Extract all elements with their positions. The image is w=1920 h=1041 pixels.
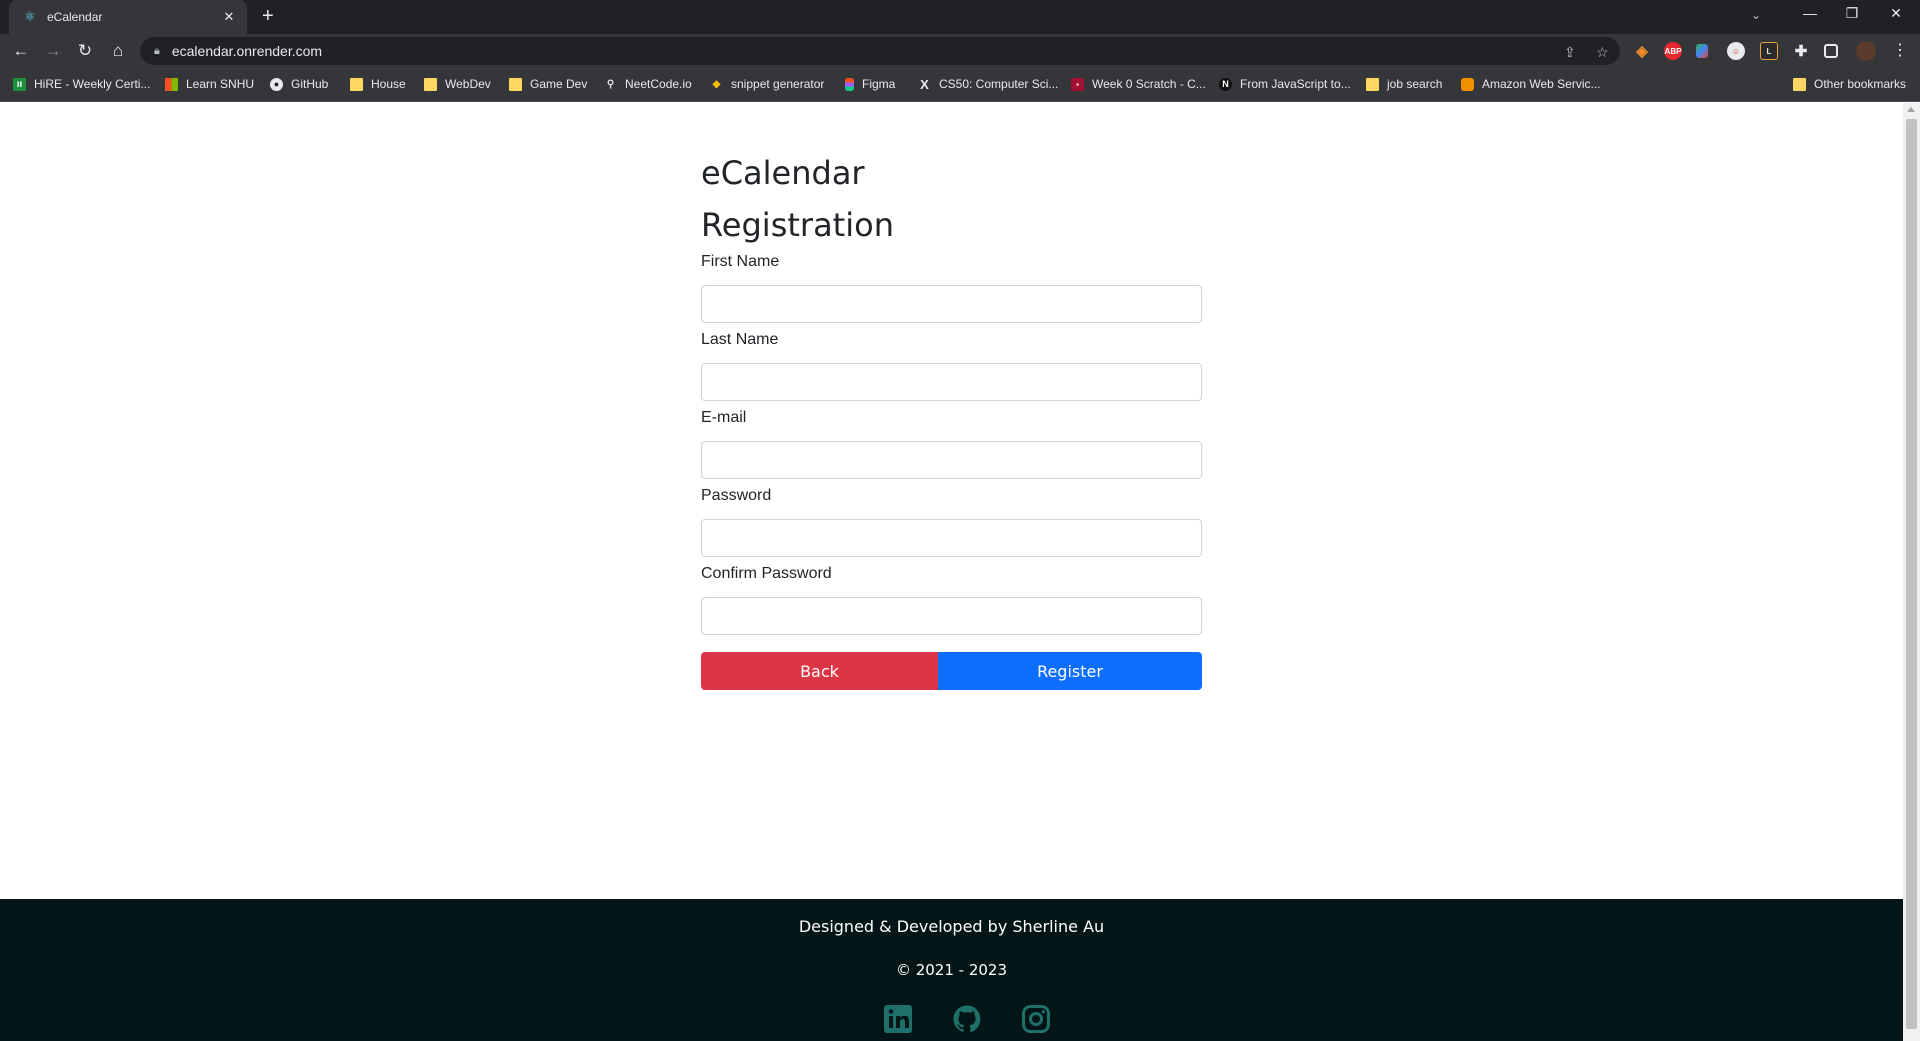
extension-face-icon[interactable]: ☺ [1727,42,1745,60]
password-field[interactable] [701,519,1202,557]
restore-icon[interactable]: ❐ [1837,5,1867,22]
bookmark-item[interactable]: X CS50: Computer Sci... [918,76,1058,92]
scroll-up-arrow-icon[interactable] [1907,107,1915,112]
bookmark-item[interactable]: WebDev [424,77,491,91]
bookmark-item[interactable]: Amazon Web Servic... [1461,77,1601,91]
windows-icon [165,77,178,91]
window-close-icon[interactable]: ✕ [1881,5,1911,22]
bookmark-item[interactable]: job search [1366,77,1442,91]
last-name-label: Last Name [701,331,779,348]
other-bookmarks[interactable]: Other bookmarks [1793,77,1906,91]
bookmark-item[interactable]: Learn SNHU [165,77,254,91]
registration-form: eCalendar Registration First Name Last N… [701,147,1202,690]
url-text: ecalendar.onrender.com [171,43,323,59]
page-title: Registration [701,206,894,244]
email-label: E-mail [701,409,747,426]
profile-avatar[interactable] [1856,41,1876,61]
extension-diamond-icon[interactable]: ◈ [1633,42,1651,60]
register-button[interactable]: Register [938,652,1202,690]
browser-tab[interactable]: ⚛ eCalendar ✕ [9,0,247,34]
folder-icon [509,77,522,91]
page-viewport: eCalendar Registration First Name Last N… [0,103,1903,1041]
hire-icon: ıı [13,77,26,91]
footer: Designed & Developed by Sherline Au © 20… [0,899,1903,1041]
bookmarks-bar: ıı HiRE - Weekly Certi... Learn SNHU ● G… [0,68,1920,102]
folder-icon [350,77,363,91]
bookmark-item[interactable]: ıı HiRE - Weekly Certi... [13,77,150,91]
last-name-field[interactable] [701,363,1202,401]
address-bar[interactable]: 🔒︎ ecalendar.onrender.com ⇪ ☆ [140,37,1620,65]
notion-icon: N [1219,77,1232,91]
footer-copyright: © 2021 - 2023 [895,961,1008,979]
folder-icon [1366,77,1379,91]
bookmark-item[interactable]: ◆ snippet generator [710,77,825,91]
share-icon[interactable]: ⇪ [1564,44,1576,61]
browser-menu-icon[interactable]: ⋮ [1890,42,1910,60]
bookmark-item[interactable]: House [350,77,406,91]
neetcode-icon: ⚲ [606,78,615,90]
instagram-icon[interactable] [1021,1004,1051,1034]
minimize-icon[interactable]: — [1795,5,1825,21]
app-title: eCalendar [701,154,865,192]
harvard-icon: ▪ [1071,77,1084,91]
github-icon[interactable] [952,1004,982,1034]
folder-icon [424,77,437,91]
reload-icon[interactable]: ↻ [75,42,95,60]
bookmark-item[interactable]: ▪ Week 0 Scratch - C... [1071,77,1206,91]
back-button[interactable]: Back [701,652,938,690]
browser-tab-strip: ⚛ eCalendar ✕ + ⌄ — ❐ ✕ [0,0,1920,34]
footer-credit: Designed & Developed by Sherline Au [798,917,1105,936]
form-button-group: Back Register [701,652,1202,690]
bookmark-star-icon[interactable]: ☆ [1596,44,1609,61]
page-scrollbar[interactable] [1903,103,1920,1041]
bookmark-item[interactable]: Game Dev [509,77,587,91]
bookmark-item[interactable]: ⚲ NeetCode.io [604,77,692,91]
first-name-field[interactable] [701,285,1202,323]
adblock-plus-icon[interactable]: ABP [1664,42,1682,60]
bookmark-item[interactable]: ● GitHub [270,77,328,91]
password-label: Password [701,487,772,504]
figma-icon [845,77,854,91]
confirm-password-label: Confirm Password [701,565,832,582]
bookmark-item[interactable]: N From JavaScript to... [1219,77,1351,91]
side-panel-icon[interactable] [1824,44,1838,58]
browser-toolbar: ← → ↻ ⌂ 🔒︎ ecalendar.onrender.com ⇪ ☆ ◈ … [0,34,1920,68]
forward-arrow-icon[interactable]: → [43,42,63,60]
tab-title: eCalendar [47,10,103,24]
extension-color-icon[interactable] [1696,44,1708,58]
new-tab-icon[interactable]: + [262,6,274,26]
confirm-password-field[interactable] [701,597,1202,635]
react-favicon-icon: ⚛ [24,9,36,24]
github-icon: ● [270,77,283,91]
aws-icon [1461,77,1474,91]
linkedin-icon[interactable] [883,1004,913,1034]
lock-icon: 🔒︎ [154,44,160,57]
home-icon[interactable]: ⌂ [108,42,128,60]
extensions-puzzle-icon[interactable]: ✚ [1792,42,1810,60]
bookmark-item[interactable]: Figma [845,77,895,91]
first-name-label: First Name [701,253,780,270]
email-field[interactable] [701,441,1202,479]
extension-l-icon[interactable]: L [1760,42,1778,60]
folder-icon [1793,77,1806,91]
cs50-icon: X [920,76,929,92]
snippet-icon: ◆ [712,78,721,90]
tab-search-icon[interactable]: ⌄ [1751,8,1761,22]
back-arrow-icon[interactable]: ← [11,42,31,60]
scrollbar-thumb[interactable] [1906,119,1917,1029]
close-tab-icon[interactable]: ✕ [221,9,237,25]
